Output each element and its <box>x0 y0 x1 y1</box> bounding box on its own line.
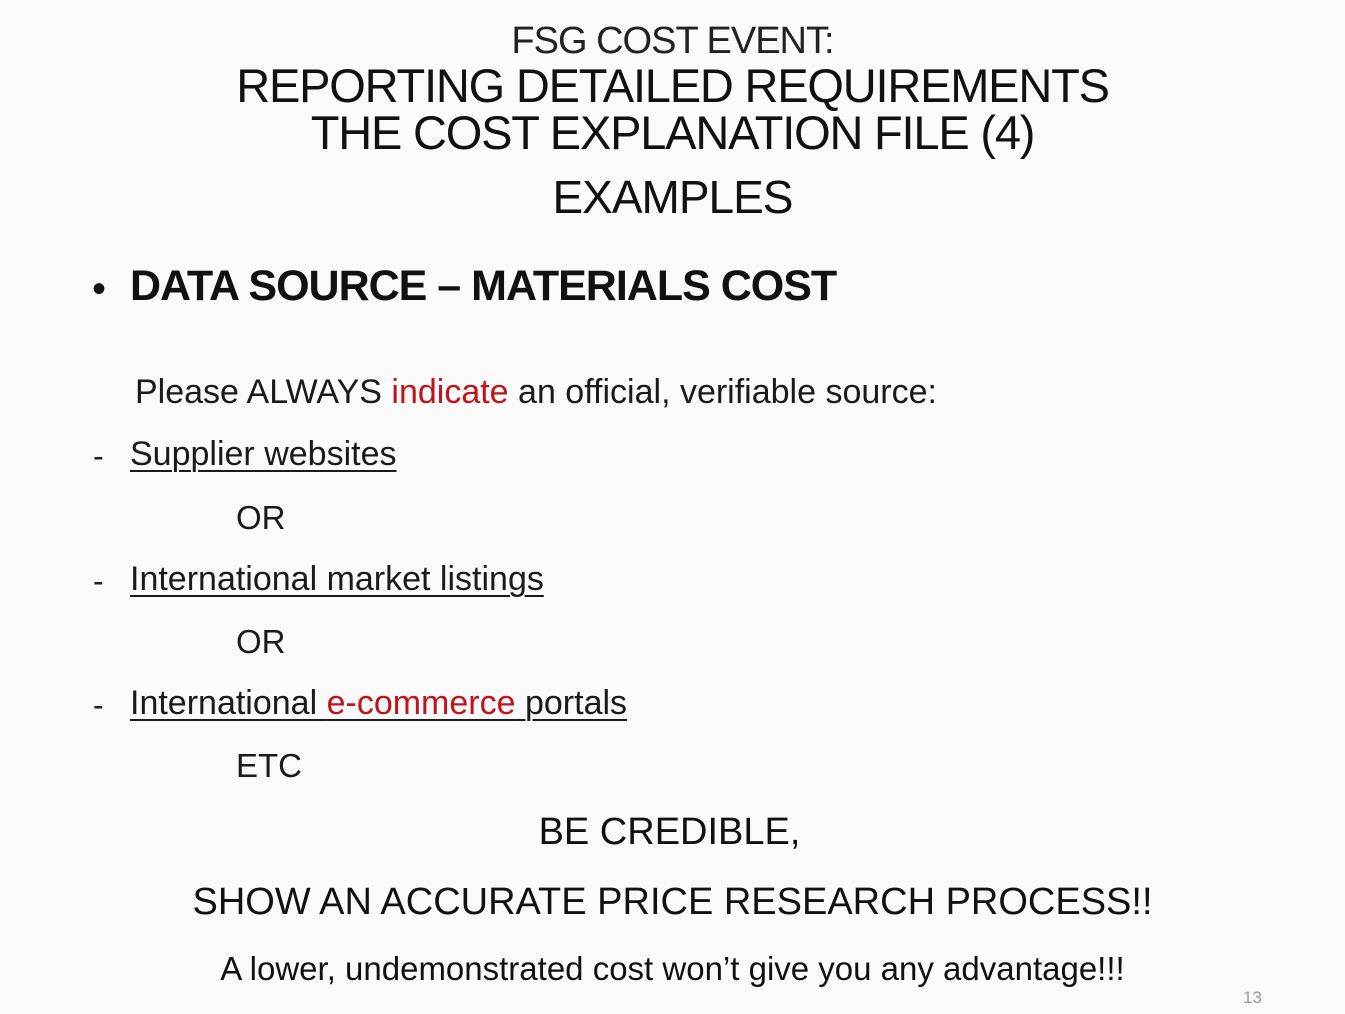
instruction-before: Please ALWAYS <box>135 373 392 411</box>
connector-etc: ETC <box>236 747 302 784</box>
source-highlight: e-commerce <box>326 684 516 722</box>
dash-marker: - <box>93 687 104 723</box>
credible-line-2: SHOW AN ACCURATE PRICE RESEARCH PROCESS!… <box>192 881 1153 923</box>
instruction-after: an official, verifiable source: <box>508 373 937 411</box>
slide-title-line-2: THE COST EXPLANATION FILE (4) <box>310 106 1036 159</box>
connector-or: OR <box>236 499 286 536</box>
bullet-icon: • <box>92 267 107 311</box>
bullet-heading: DATA SOURCE – MATERIALS COST <box>130 262 837 310</box>
slide-subtitle: EXAMPLES <box>552 171 794 223</box>
source-item-supplier-websites: Supplier websites <box>130 435 397 473</box>
instruction-highlight: indicate <box>391 373 509 411</box>
presentation-slide: FSG COST EVENT: REPORTING DETAILED REQUI… <box>0 0 1345 1014</box>
dash-marker: - <box>93 563 104 599</box>
source-item-ecommerce-portals: International e-commerce portals <box>130 684 627 723</box>
source-after: portals <box>515 684 628 722</box>
slide-title-event: FSG COST EVENT: <box>511 20 834 62</box>
credible-line-1: BE CREDIBLE, <box>538 811 801 853</box>
connector-or: OR <box>236 623 286 660</box>
source-before: International <box>130 684 327 722</box>
final-note: A lower, undemonstrated cost won’t give … <box>220 950 1125 987</box>
dash-marker: - <box>93 438 104 474</box>
page-number: 13 <box>1243 988 1262 1007</box>
instruction-text: Please ALWAYS indicate an official, veri… <box>135 373 937 412</box>
source-item-market-listings: International market listings <box>130 560 544 598</box>
